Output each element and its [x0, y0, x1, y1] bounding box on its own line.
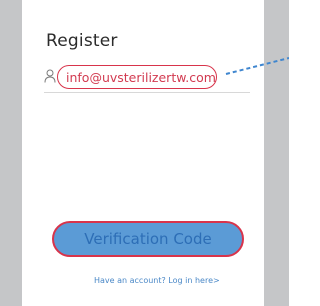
annotation-pointer [225, 57, 289, 75]
page-title: Register [46, 31, 118, 51]
register-screen: Register info@uvsterilizertw.com Verific… [0, 0, 289, 306]
verification-code-button[interactable]: Verification Code [52, 221, 244, 257]
email-field-underline [44, 92, 250, 93]
login-link[interactable]: Have an account? Log in here> [94, 276, 220, 285]
right-gray-bar [264, 0, 289, 306]
left-gray-bar [0, 0, 22, 306]
email-field[interactable]: info@uvsterilizertw.com [57, 65, 217, 89]
user-icon [44, 69, 56, 83]
